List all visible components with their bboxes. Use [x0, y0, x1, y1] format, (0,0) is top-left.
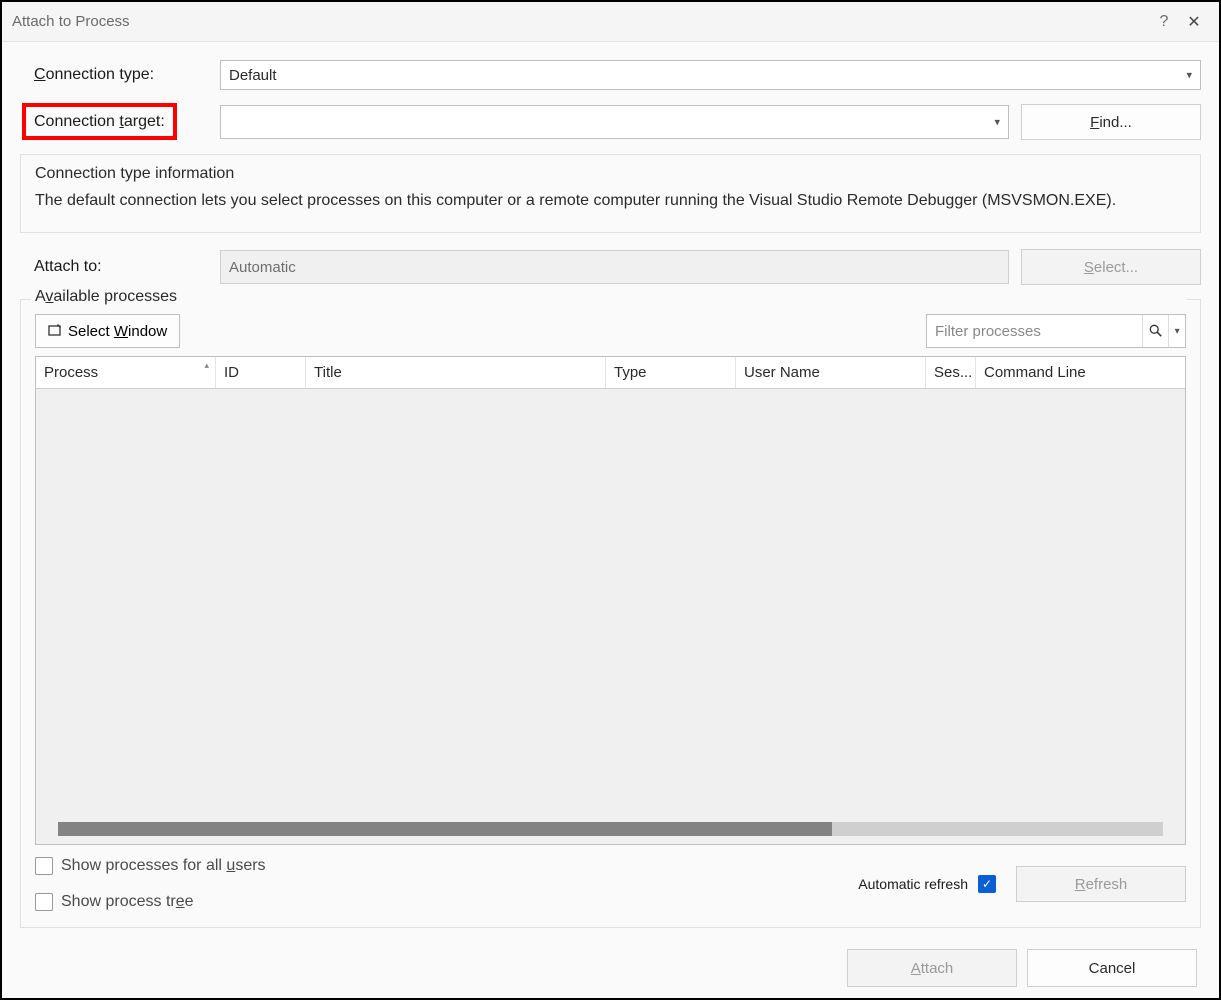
attach-to-value: Automatic — [229, 259, 296, 276]
show-process-tree-label: Show process tree — [61, 893, 194, 911]
automatic-refresh-label: Automatic refresh — [858, 876, 968, 892]
scrollbar-thumb[interactable] — [58, 822, 832, 836]
table-header: Process▴ ID Title Type User Name Ses... … — [36, 357, 1185, 389]
refresh-button[interactable]: Refresh — [1016, 866, 1186, 902]
select-window-button[interactable]: Select Window — [35, 314, 180, 348]
automatic-refresh-checkbox[interactable]: ✓ — [978, 875, 996, 893]
find-button[interactable]: Find... — [1021, 104, 1201, 140]
window-title: Attach to Process — [12, 13, 1149, 30]
connection-target-dropdown[interactable]: ▾ — [220, 105, 1009, 139]
column-command-line[interactable]: Command Line — [976, 357, 1185, 388]
show-process-tree-checkbox[interactable] — [35, 893, 53, 911]
sort-asc-icon: ▴ — [204, 360, 209, 371]
filter-dropdown-icon[interactable]: ▾ — [1168, 315, 1185, 347]
horizontal-scrollbar[interactable] — [58, 822, 1163, 836]
attach-to-process-dialog: Attach to Process ? ✕ Connection type: D… — [0, 0, 1221, 1000]
search-icon[interactable] — [1142, 315, 1168, 347]
chevron-down-icon: ▾ — [1186, 69, 1192, 82]
column-user-name[interactable]: User Name — [736, 357, 926, 388]
connection-type-label: Connection type: — [20, 66, 220, 84]
select-window-icon — [48, 323, 64, 339]
column-title[interactable]: Title — [306, 357, 606, 388]
filter-processes-input[interactable] — [927, 323, 1142, 340]
help-button[interactable]: ? — [1149, 13, 1179, 31]
column-session[interactable]: Ses... — [926, 357, 976, 388]
close-button[interactable]: ✕ — [1179, 12, 1209, 32]
titlebar: Attach to Process ? ✕ — [2, 2, 1219, 42]
available-processes-title: Available processes — [31, 288, 1186, 306]
dialog-footer: Attach Cancel — [2, 938, 1219, 998]
attach-button[interactable]: Attach — [847, 949, 1017, 987]
cancel-button[interactable]: Cancel — [1027, 949, 1197, 987]
connection-type-dropdown[interactable]: Default ▾ — [220, 60, 1201, 90]
processes-table: Process▴ ID Title Type User Name Ses... … — [35, 356, 1186, 845]
available-processes-group: Available processes Select Window ▾ — [20, 299, 1201, 928]
column-process[interactable]: Process▴ — [36, 357, 216, 388]
connection-info-text: The default connection lets you select p… — [35, 189, 1186, 212]
connection-info-group: Connection type information The default … — [20, 154, 1201, 233]
connection-target-label: Connection target: — [20, 113, 220, 131]
table-body[interactable] — [36, 389, 1185, 844]
column-id[interactable]: ID — [216, 357, 306, 388]
column-type[interactable]: Type — [606, 357, 736, 388]
select-button[interactable]: Select... — [1021, 249, 1201, 285]
filter-processes-group: ▾ — [926, 314, 1186, 348]
show-all-users-label: Show processes for all users — [61, 857, 266, 875]
attach-to-field: Automatic — [220, 250, 1009, 284]
connection-type-value: Default — [229, 67, 277, 84]
chevron-down-icon: ▾ — [994, 116, 1000, 129]
show-all-users-checkbox[interactable] — [35, 857, 53, 875]
attach-to-label: Attach to: — [20, 258, 220, 276]
connection-info-title: Connection type information — [31, 165, 238, 183]
